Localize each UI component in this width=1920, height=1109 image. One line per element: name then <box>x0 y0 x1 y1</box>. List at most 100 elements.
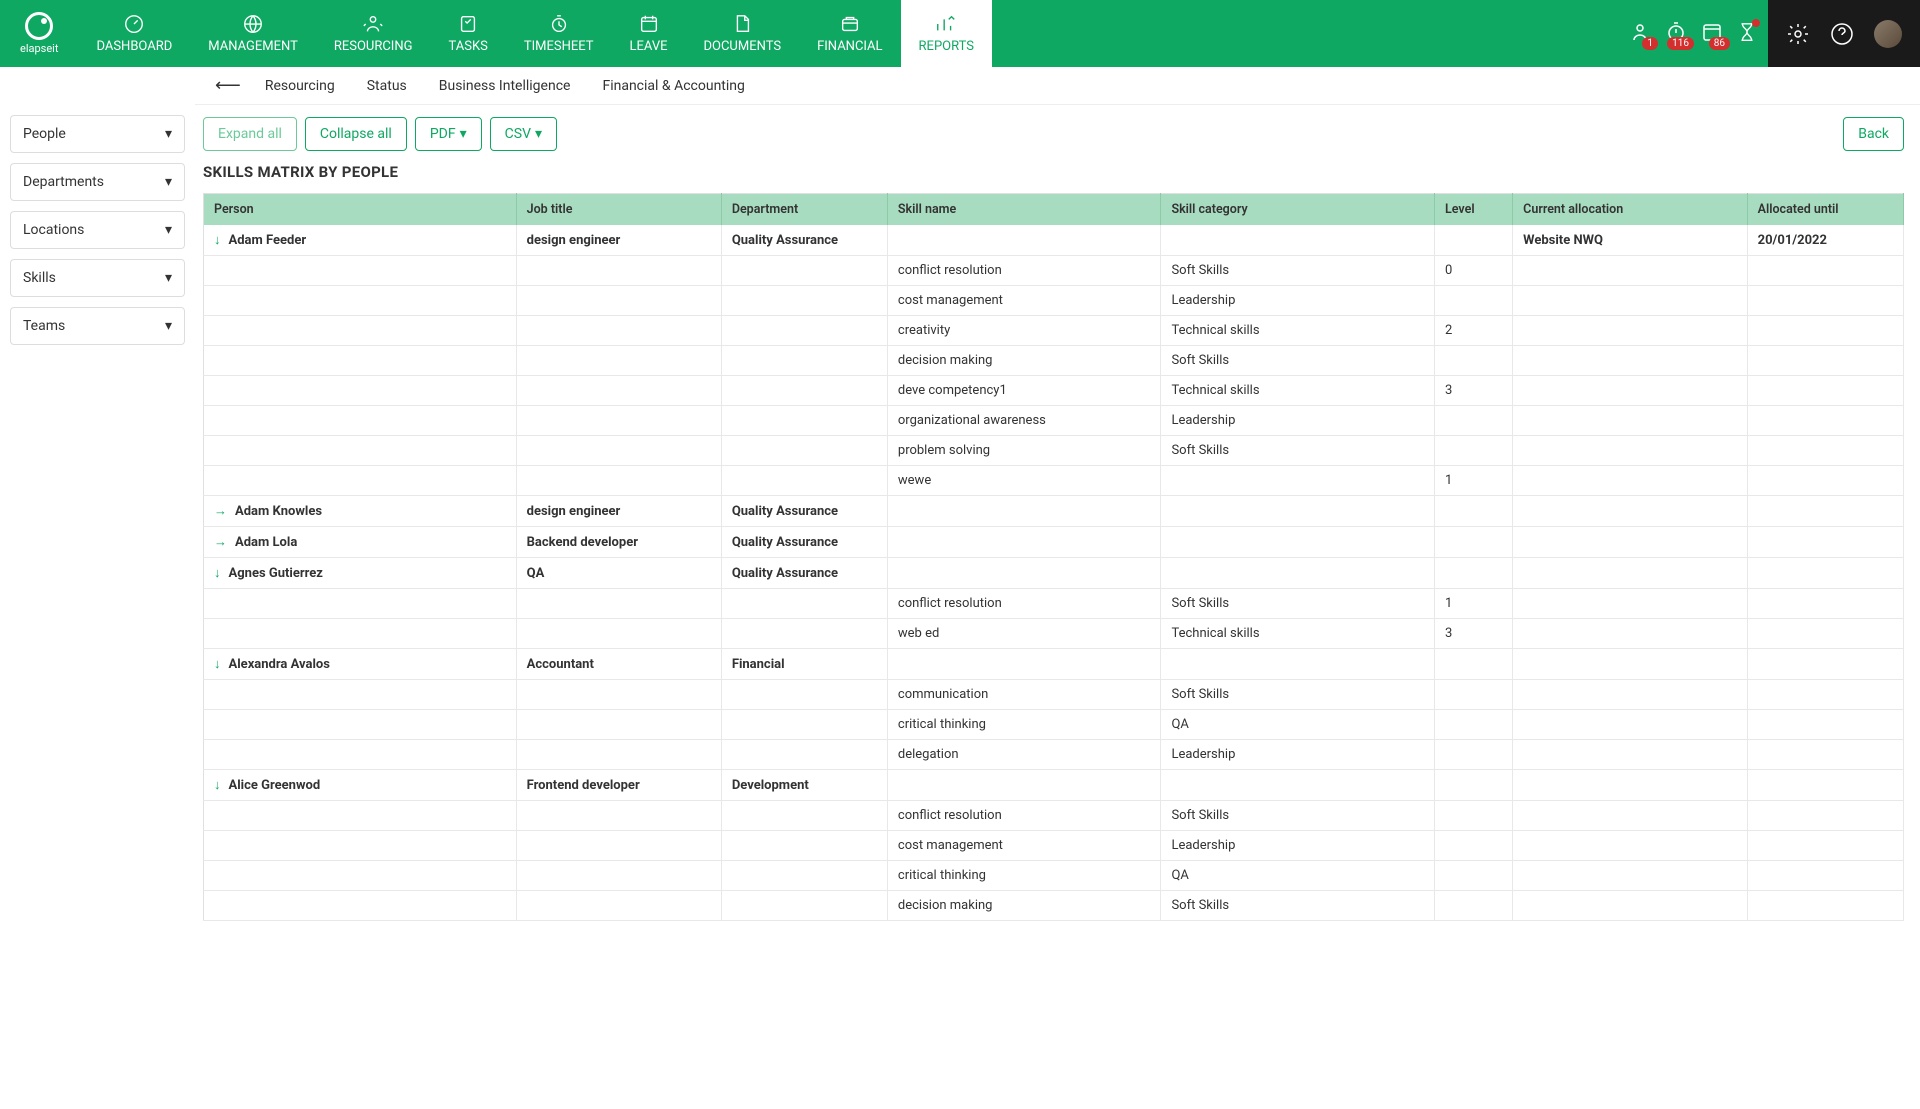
skill-name: organizational awareness <box>887 406 1161 436</box>
skill-name: creativity <box>887 316 1161 346</box>
col-person[interactable]: Person <box>204 194 517 226</box>
job-title: Frontend developer <box>516 770 721 801</box>
table-row: →Adam Knowlesdesign engineerQuality Assu… <box>204 496 1904 527</box>
subnav-financial[interactable]: Financial & Accounting <box>586 78 760 94</box>
col-level[interactable]: Level <box>1435 194 1513 226</box>
expand-icon[interactable]: ↓ <box>214 565 221 581</box>
nav-items: DASHBOARD MANAGEMENT RESOURCING TASKS TI… <box>78 0 1618 67</box>
notif-person-icon[interactable]: 1 <box>1628 20 1652 48</box>
skill-category: Soft Skills <box>1161 436 1435 466</box>
table-row: communicationSoft Skills <box>204 680 1904 710</box>
skill-level: 0 <box>1435 256 1513 286</box>
filter-locations[interactable]: Locations▾ <box>10 211 185 249</box>
skill-name: web ed <box>887 619 1161 649</box>
pdf-button[interactable]: PDF▾ <box>415 117 482 151</box>
department: Quality Assurance <box>721 225 887 256</box>
nav-management[interactable]: MANAGEMENT <box>190 0 316 67</box>
badge-count: 116 <box>1667 37 1694 50</box>
toolbar: Expand all Collapse all PDF▾ CSV▾ Back <box>203 117 1904 151</box>
collapse-all-button[interactable]: Collapse all <box>305 117 407 151</box>
table-row: conflict resolutionSoft Skills1 <box>204 589 1904 619</box>
filter-people[interactable]: People▾ <box>10 115 185 153</box>
job-title: QA <box>516 558 721 589</box>
col-alloc[interactable]: Current allocation <box>1513 194 1747 226</box>
chevron-down-icon: ▾ <box>165 318 172 334</box>
documents-icon <box>729 13 755 35</box>
help-icon[interactable] <box>1830 22 1854 46</box>
table-row: web edTechnical skills3 <box>204 619 1904 649</box>
table-row: ↓Alexandra AvalosAccountantFinancial <box>204 649 1904 680</box>
nav-label: RESOURCING <box>334 39 413 54</box>
nav-tasks[interactable]: TASKS <box>430 0 505 67</box>
csv-label: CSV <box>505 126 531 142</box>
notif-calendar-icon[interactable]: 86 <box>1700 20 1724 48</box>
skill-name: cost management <box>887 831 1161 861</box>
nav-documents[interactable]: DOCUMENTS <box>686 0 800 67</box>
expand-icon[interactable]: → <box>214 534 227 550</box>
notif-timer-icon[interactable]: 116 <box>1664 20 1688 48</box>
skill-name: problem solving <box>887 436 1161 466</box>
expand-icon[interactable]: ↓ <box>214 232 221 248</box>
collapse-sidebar-icon[interactable]: ⟵ <box>207 75 249 96</box>
skill-category: Soft Skills <box>1161 680 1435 710</box>
filter-skills[interactable]: Skills▾ <box>10 259 185 297</box>
nav-financial[interactable]: FINANCIAL <box>799 0 900 67</box>
filter-departments[interactable]: Departments▾ <box>10 163 185 201</box>
nav-resourcing[interactable]: RESOURCING <box>316 0 431 67</box>
skill-level <box>1435 436 1513 466</box>
nav-label: DOCUMENTS <box>704 39 782 54</box>
leave-icon <box>636 13 662 35</box>
job-title: Accountant <box>516 649 721 680</box>
allocated-until <box>1747 558 1903 589</box>
expand-icon[interactable]: ↓ <box>214 777 221 793</box>
col-job[interactable]: Job title <box>516 194 721 226</box>
expand-icon[interactable]: → <box>214 503 227 519</box>
table-row: critical thinkingQA <box>204 710 1904 740</box>
expand-all-button[interactable]: Expand all <box>203 117 297 151</box>
skill-category: Technical skills <box>1161 619 1435 649</box>
col-cat[interactable]: Skill category <box>1161 194 1435 226</box>
nav-label: DASHBOARD <box>96 39 172 54</box>
allocated-until: 20/01/2022 <box>1747 225 1903 256</box>
col-until[interactable]: Allocated until <box>1747 194 1903 226</box>
resourcing-icon <box>360 13 386 35</box>
skill-name: wewe <box>887 466 1161 496</box>
table-row: cost managementLeadership <box>204 831 1904 861</box>
skill-level <box>1435 801 1513 831</box>
skill-level: 3 <box>1435 376 1513 406</box>
notif-hourglass-icon[interactable] <box>1736 21 1758 47</box>
person-name: Adam Feeder <box>229 233 307 248</box>
user-avatar[interactable] <box>1874 20 1902 48</box>
nav-reports[interactable]: REPORTS <box>901 0 992 67</box>
brand-logo[interactable]: elapseit <box>0 0 78 67</box>
top-navbar: elapseit DASHBOARD MANAGEMENT RESOURCING… <box>0 0 1920 67</box>
skill-category: Soft Skills <box>1161 346 1435 376</box>
table-row: ↓Agnes GutierrezQAQuality Assurance <box>204 558 1904 589</box>
nav-timesheet[interactable]: TIMESHEET <box>506 0 612 67</box>
filter-label: Skills <box>23 270 56 286</box>
filter-teams[interactable]: Teams▾ <box>10 307 185 345</box>
tasks-icon <box>455 13 481 35</box>
csv-button[interactable]: CSV▾ <box>490 117 557 151</box>
department: Quality Assurance <box>721 527 887 558</box>
nav-dashboard[interactable]: DASHBOARD <box>78 0 190 67</box>
subnav-bi[interactable]: Business Intelligence <box>423 78 587 94</box>
expand-icon[interactable]: ↓ <box>214 656 221 672</box>
dashboard-icon <box>121 13 147 35</box>
table-row: ↓Alice GreenwodFrontend developerDevelop… <box>204 770 1904 801</box>
chevron-down-icon: ▾ <box>535 126 542 142</box>
back-button[interactable]: Back <box>1843 117 1904 151</box>
financial-icon <box>837 13 863 35</box>
department: Quality Assurance <box>721 496 887 527</box>
subnav-resourcing[interactable]: Resourcing <box>249 78 351 94</box>
filter-label: People <box>23 126 66 142</box>
skill-name: conflict resolution <box>887 801 1161 831</box>
settings-icon[interactable] <box>1786 22 1810 46</box>
col-skill[interactable]: Skill name <box>887 194 1161 226</box>
nav-leave[interactable]: LEAVE <box>612 0 686 67</box>
allocation <box>1513 770 1747 801</box>
table-row: wewe1 <box>204 466 1904 496</box>
filter-label: Locations <box>23 222 84 238</box>
col-dept[interactable]: Department <box>721 194 887 226</box>
subnav-status[interactable]: Status <box>351 78 423 94</box>
